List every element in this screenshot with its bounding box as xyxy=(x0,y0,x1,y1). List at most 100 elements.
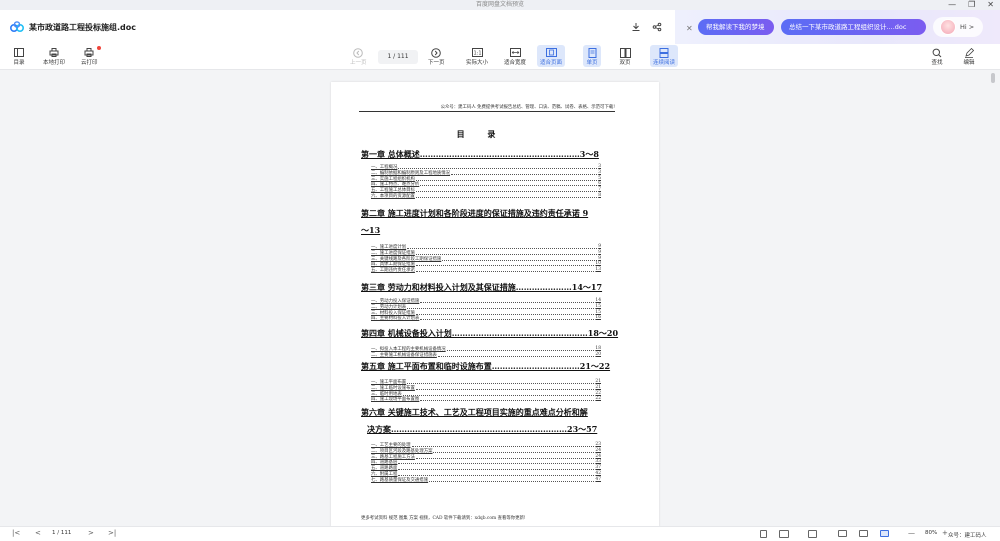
prev-page-label: 上一页 xyxy=(350,60,367,66)
toc-entry[interactable]: 七、路基质量保证及交通措施 47 xyxy=(371,477,601,483)
toc-entry-page: 8 xyxy=(598,193,601,198)
toc-leader xyxy=(429,477,595,482)
fit-width-view-icon[interactable] xyxy=(859,530,868,537)
toc-entry-title: 四、施工现场平面布置图 xyxy=(371,397,420,403)
toc-leader xyxy=(446,346,595,351)
maximize-button[interactable]: ❐ xyxy=(968,0,975,10)
fit-page-icon xyxy=(545,47,557,58)
toc-leader xyxy=(415,454,595,459)
toc-entry[interactable]: 五、工期违约责任承诺 13 xyxy=(371,267,601,273)
actual-size-view-icon[interactable] xyxy=(838,530,847,537)
document-title: 某市政道路工程投标施组.doc xyxy=(29,23,137,32)
actual-size-icon: 1:1 xyxy=(471,47,483,58)
notification-dot xyxy=(97,46,101,50)
share-icon[interactable] xyxy=(650,20,664,34)
download-icon[interactable] xyxy=(629,20,643,34)
toc-entry-page: 47 xyxy=(595,476,601,482)
close-window-button[interactable]: ✕ xyxy=(987,0,994,10)
toc-leader xyxy=(420,396,595,402)
zoom-level: 80% xyxy=(925,530,938,536)
prev-page-button[interactable]: 上一页 xyxy=(350,47,367,66)
double-page-label: 双页 xyxy=(619,60,631,66)
toc-entry-title: 六、本项目的资源配置 xyxy=(371,194,415,199)
page-number-input[interactable]: 1 / 111 xyxy=(378,50,418,64)
toc-entry[interactable]: 四、施工现场平面布置图 22 xyxy=(371,396,601,402)
viewer-toolbar xyxy=(0,44,1000,70)
search-button[interactable]: 查找 xyxy=(931,47,943,66)
toc-chapter-continued: ～13 xyxy=(361,225,381,235)
toc-entry-title: 四、主要材料投入计划表 xyxy=(371,316,420,322)
last-page-icon[interactable]: >| xyxy=(108,528,116,539)
toc-leader xyxy=(415,385,595,390)
toc-leader xyxy=(420,315,595,321)
toc-entry-title: 七、路基质量保证及交通措施 xyxy=(371,477,429,483)
toc-leader xyxy=(415,193,598,198)
continuous-reading-button[interactable]: 连续阅读 xyxy=(650,45,679,67)
toc-leader xyxy=(415,267,595,273)
toc-entry[interactable]: 四、主要材料投入计划表 16 xyxy=(371,315,601,321)
toc-chapter-continued: 决方案…………………………………………………………23～57 xyxy=(367,424,598,434)
chevron-left-circle-icon xyxy=(352,47,364,58)
toc-leader xyxy=(420,181,598,187)
ai-suggestion-pill-1[interactable]: 帮我解读下我的梦境 xyxy=(698,19,774,35)
window-title: 百度网盘文档预览 xyxy=(475,1,524,8)
toc-leader xyxy=(437,352,595,357)
hi-label[interactable]: Hi > xyxy=(960,23,974,31)
toc-chapter: 第六章 关键施工技术、工艺及工程项目实施的重点难点分析和解 xyxy=(361,407,588,417)
continuous-reading-icon xyxy=(658,47,670,58)
local-print-label: 本地打印 xyxy=(43,60,66,66)
catalog-label: 目录 xyxy=(13,60,25,66)
toc-chapter: 第五章 施工平面布置和临时设施布置……………………………21～22 xyxy=(361,361,611,371)
continuous-reading-label: 连续阅读 xyxy=(653,60,676,66)
minimize-button[interactable]: — xyxy=(948,0,956,10)
ai-suggestion-pill-2[interactable]: 总结一下某市政道路工程组织设计....doc xyxy=(781,19,926,35)
toc-leader xyxy=(402,391,595,396)
single-page-view-icon[interactable] xyxy=(760,530,767,538)
vertical-scrollbar[interactable] xyxy=(989,71,997,526)
cloud-print-button[interactable]: 云打印 xyxy=(81,47,98,66)
single-page-label: 单页 xyxy=(586,60,598,66)
continuous-view-icon[interactable] xyxy=(808,530,817,538)
toc-entry-page: 20 xyxy=(595,351,601,357)
single-page-button[interactable]: 单页 xyxy=(583,45,601,67)
chevron-left-icon[interactable]: < xyxy=(35,528,41,539)
fit-page-view-icon[interactable] xyxy=(880,530,889,537)
fit-page-button[interactable]: 适合页面 xyxy=(537,45,566,67)
zoom-in-icon[interactable]: + xyxy=(942,528,948,539)
fit-width-button[interactable]: 适合宽度 xyxy=(504,47,526,66)
toc-leader xyxy=(398,471,595,476)
toc-chapter: 第二章 施工进度计划和各阶段进度的保证措施及违约责任承诺 9 xyxy=(361,208,589,218)
scrollbar-thumb[interactable] xyxy=(991,73,995,83)
local-print-button[interactable]: 本地打印 xyxy=(43,47,65,66)
assistant-avatar-icon[interactable] xyxy=(940,19,956,35)
baidu-netdisk-logo-icon xyxy=(10,21,24,32)
catalog-button[interactable]: 目录 xyxy=(13,47,25,66)
edit-button[interactable]: 编辑 xyxy=(963,47,975,66)
svg-text:1:1: 1:1 xyxy=(473,51,481,57)
close-icon[interactable]: ✕ xyxy=(686,24,693,33)
actual-size-button[interactable]: 1:1 实际大小 xyxy=(466,47,488,66)
toc-entry[interactable]: 六、本项目的资源配置 8 xyxy=(371,193,601,199)
toc-chapter: 第一章 总体概述……………………………………………………3～8 xyxy=(361,149,599,159)
status-bar xyxy=(0,526,1000,541)
double-page-button[interactable]: 双页 xyxy=(619,47,631,66)
double-page-view-icon[interactable] xyxy=(779,530,789,538)
fit-width-icon xyxy=(509,47,521,58)
toc-leader xyxy=(451,170,598,175)
toc-title: 目 录 xyxy=(456,129,506,139)
next-page-button[interactable]: 下一页 xyxy=(428,47,445,66)
catalog-icon xyxy=(13,47,25,58)
toc-entry[interactable]: 二、主要施工机械设备保证措施表 20 xyxy=(371,352,601,358)
pencil-icon xyxy=(963,47,975,58)
fit-page-label: 适合页面 xyxy=(540,60,563,66)
bottom-page-indicator[interactable]: 1 / 111 xyxy=(52,530,71,536)
search-label: 查找 xyxy=(931,60,943,66)
page-footer-line: 更多考试资料 规范 图集 方案 视频，CAD 软件下载请到：xdqb.com 查… xyxy=(361,516,526,521)
zoom-out-icon[interactable]: — xyxy=(908,528,915,539)
chevron-right-icon[interactable]: > xyxy=(88,528,94,539)
toc-entry-page: 22 xyxy=(595,396,601,402)
first-page-icon[interactable]: |< xyxy=(12,528,20,539)
page-header-line: 公众号：建工码人 免费提供考试报告总结、管理、口诀、范稿、试卷、表格、示范可下载… xyxy=(359,104,615,112)
toc-leader xyxy=(398,465,595,471)
single-page-icon xyxy=(586,47,598,58)
